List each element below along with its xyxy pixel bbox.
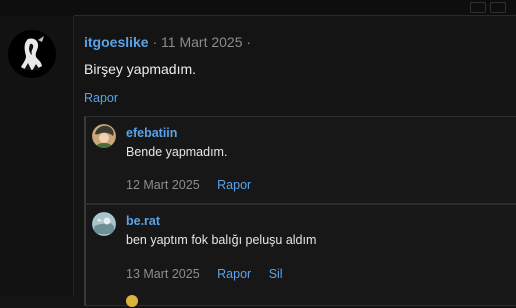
reply-message: ben yaptım fok balığı peluşu aldım <box>126 233 317 247</box>
reply-message: Bende yapmadım. <box>126 145 228 159</box>
meta-separator: · <box>152 34 158 50</box>
post-message: Birşey yapmadım. <box>84 61 197 77</box>
reply-date[interactable]: 12 Mart 2025 <box>126 178 200 192</box>
post-username[interactable]: itgoeslike <box>84 34 149 50</box>
report-link[interactable]: Rapor <box>217 267 251 281</box>
reply-item: efebatiin Bende yapmadım. 12 Mart 2025 R… <box>84 116 516 204</box>
post-meta: itgoeslike · 11 Mart 2025 · <box>84 34 251 50</box>
report-link[interactable]: Rapor <box>217 178 251 192</box>
photo-avatar-icon <box>92 212 116 236</box>
reply-avatar[interactable] <box>92 212 116 236</box>
user-avatar[interactable] <box>8 30 56 78</box>
reply-footer: 12 Mart 2025 Rapor <box>126 178 265 192</box>
partial-avatar-icon <box>126 295 138 307</box>
anime-character-avatar-icon <box>92 124 116 148</box>
reply-username[interactable]: be.rat <box>126 214 160 228</box>
top-control[interactable] <box>470 2 486 13</box>
delete-link[interactable]: Sil <box>269 267 283 281</box>
post-date[interactable]: 11 Mart 2025 <box>161 34 242 50</box>
report-link[interactable]: Rapor <box>84 91 118 105</box>
reply-username[interactable]: efebatiin <box>126 126 177 140</box>
reply-item: be.rat ben yaptım fok balığı peluşu aldı… <box>84 204 516 308</box>
top-control[interactable] <box>490 2 506 13</box>
reply-footer: 13 Mart 2025 Rapor Sil <box>126 267 297 281</box>
meta-trailing-dot: · <box>246 34 252 50</box>
silhouette-avatar-icon <box>8 30 56 78</box>
cut-off-next-reply <box>126 295 142 308</box>
reply-avatar[interactable] <box>92 124 116 148</box>
top-bar <box>0 0 516 16</box>
reply-date[interactable]: 13 Mart 2025 <box>126 267 200 281</box>
post: itgoeslike · 11 Mart 2025 · Birşey yapma… <box>74 16 516 307</box>
